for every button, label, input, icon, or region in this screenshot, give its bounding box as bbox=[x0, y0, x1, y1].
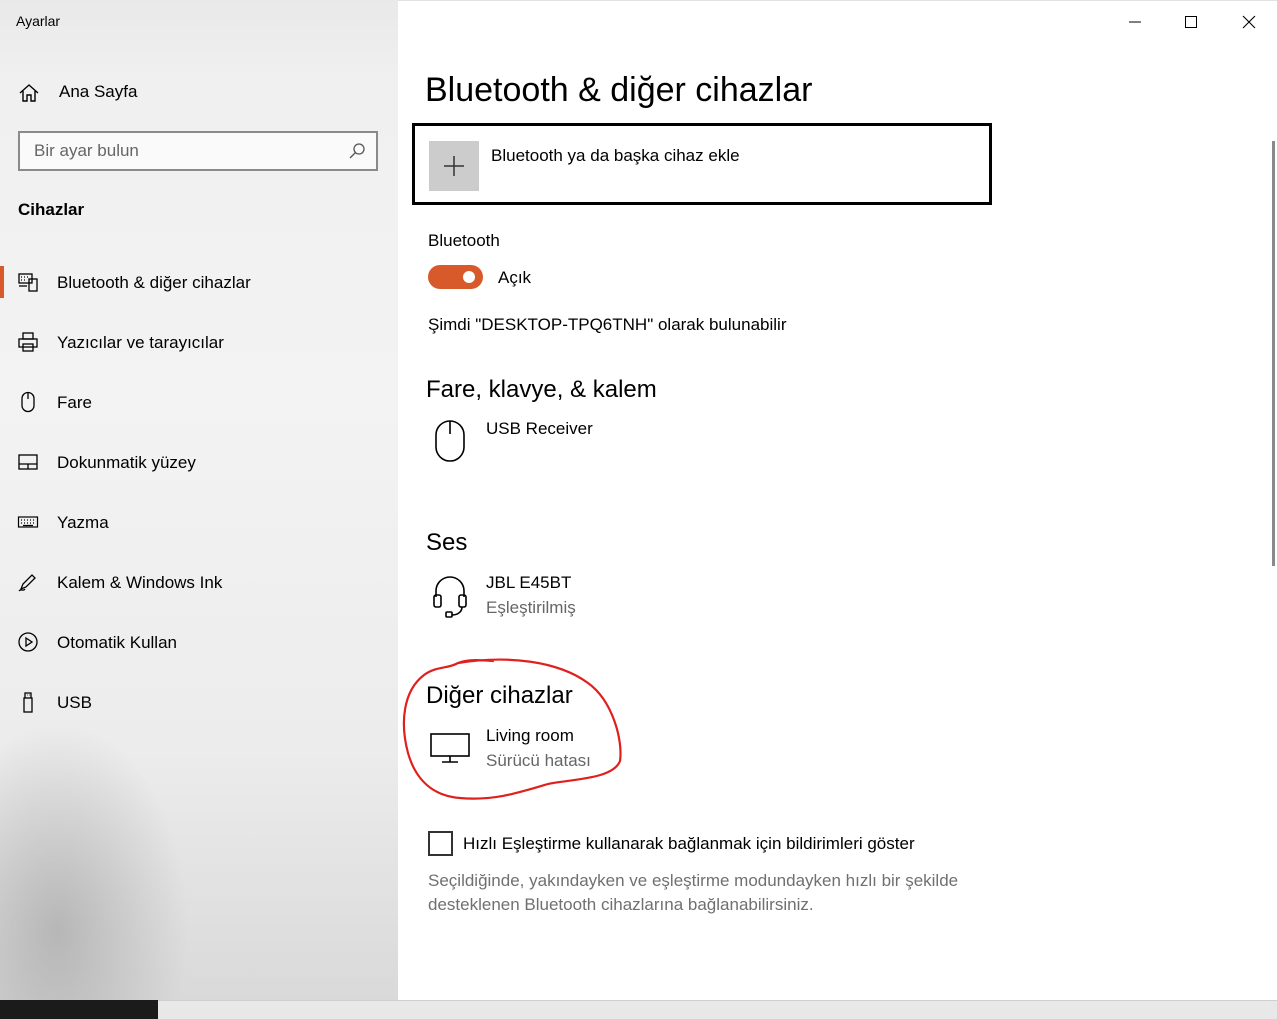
bluetooth-toggle[interactable] bbox=[428, 265, 483, 289]
app-title: Ayarlar bbox=[16, 13, 61, 29]
device-living-room[interactable]: Living room Sürücü hatası bbox=[428, 726, 928, 776]
sidebar-item-mouse[interactable]: Fare bbox=[0, 382, 398, 442]
sidebar-item-label: Yazıcılar ve tarayıcılar bbox=[57, 333, 224, 352]
sidebar-item-label: Otomatik Kullan bbox=[57, 633, 177, 652]
sidebar-item-printers[interactable]: Yazıcılar ve tarayıcılar bbox=[0, 322, 398, 382]
home-label: Ana Sayfa bbox=[59, 82, 138, 101]
plus-icon bbox=[429, 141, 479, 191]
search-icon[interactable] bbox=[348, 142, 366, 160]
sidebar-item-autoplay[interactable]: Otomatik Kullan bbox=[0, 622, 398, 682]
taskbar-edge bbox=[0, 1000, 158, 1019]
page-title: Bluetooth & diğer cihazlar bbox=[425, 71, 813, 109]
discoverable-text: Şimdi "DESKTOP-TPQ6TNH" olarak bulunabil… bbox=[428, 315, 787, 334]
monitor-icon bbox=[430, 733, 470, 763]
sidebar-item-usb[interactable]: USB bbox=[0, 682, 398, 742]
close-button[interactable] bbox=[1234, 9, 1264, 35]
main-content: Bluetooth & diğer cihazlar Bluetooth ya … bbox=[398, 0, 1277, 1000]
mouse-icon bbox=[21, 391, 35, 413]
bluetooth-label: Bluetooth bbox=[428, 231, 500, 250]
pen-icon bbox=[18, 574, 36, 592]
device-name: Living room bbox=[486, 726, 574, 745]
sidebar-item-label: Yazma bbox=[57, 513, 109, 532]
sidebar-item-label: Kalem & Windows Ink bbox=[57, 573, 223, 592]
keyboard-icon bbox=[17, 516, 39, 528]
device-status: Sürücü hatası bbox=[486, 751, 591, 770]
home-icon bbox=[19, 84, 39, 102]
maximize-button[interactable] bbox=[1176, 9, 1206, 35]
sidebar-item-label: USB bbox=[57, 693, 92, 712]
mouse-icon bbox=[435, 420, 465, 462]
add-device-label: Bluetooth ya da başka cihaz ekle bbox=[491, 146, 740, 165]
device-name: USB Receiver bbox=[486, 419, 593, 438]
headset-icon bbox=[433, 576, 467, 618]
settings-search bbox=[18, 131, 378, 171]
sidebar-item-pen[interactable]: Kalem & Windows Ink bbox=[0, 562, 398, 622]
home-nav-item[interactable]: Ana Sayfa bbox=[0, 78, 398, 108]
sidebar-item-bluetooth[interactable]: Bluetooth & diğer cihazlar bbox=[0, 262, 398, 322]
swift-pair-description: Seçildiğinde, yakındayken ve eşleştirme … bbox=[428, 871, 959, 914]
device-name: JBL E45BT bbox=[486, 573, 572, 592]
sidebar-item-label: Bluetooth & diğer cihazlar bbox=[57, 273, 251, 292]
sidebar-item-typing[interactable]: Yazma bbox=[0, 502, 398, 562]
usb-icon bbox=[23, 692, 33, 713]
device-status: Eşleştirilmiş bbox=[486, 598, 576, 617]
bluetooth-devices-icon bbox=[18, 273, 38, 292]
section-other-title: Diğer cihazlar bbox=[426, 682, 573, 709]
section-input-title: Fare, klavye, & kalem bbox=[426, 376, 657, 403]
sidebar: Ayarlar Ana Sayfa Cihazlar Bluetooth & d… bbox=[0, 0, 398, 1000]
touchpad-icon bbox=[18, 454, 38, 470]
add-device-button[interactable]: Bluetooth ya da başka cihaz ekle bbox=[412, 123, 992, 205]
scrollbar[interactable] bbox=[1272, 141, 1275, 566]
sidebar-item-label: Fare bbox=[57, 393, 92, 412]
sidebar-section-title: Cihazlar bbox=[18, 200, 85, 219]
printer-icon bbox=[18, 332, 38, 352]
bluetooth-state-label: Açık bbox=[498, 268, 532, 287]
autoplay-icon bbox=[18, 632, 38, 652]
minimize-button[interactable] bbox=[1120, 9, 1150, 35]
window-bottom-edge bbox=[158, 1000, 1277, 1019]
swift-pair-checkbox[interactable] bbox=[428, 831, 453, 856]
device-usb-receiver[interactable]: USB Receiver bbox=[428, 419, 928, 469]
toggle-knob bbox=[463, 271, 475, 283]
device-jbl-e45bt[interactable]: JBL E45BT Eşleştirilmiş bbox=[428, 573, 928, 623]
sidebar-nav: Bluetooth & diğer cihazlar Yazıcılar ve … bbox=[0, 262, 398, 742]
swift-pair-label: Hızlı Eşleştirme kullanarak bağlanmak iç… bbox=[463, 834, 915, 853]
section-audio-title: Ses bbox=[426, 529, 468, 556]
search-input[interactable] bbox=[20, 133, 340, 169]
sidebar-item-label: Dokunmatik yüzey bbox=[57, 453, 196, 472]
sidebar-item-touchpad[interactable]: Dokunmatik yüzey bbox=[0, 442, 398, 502]
